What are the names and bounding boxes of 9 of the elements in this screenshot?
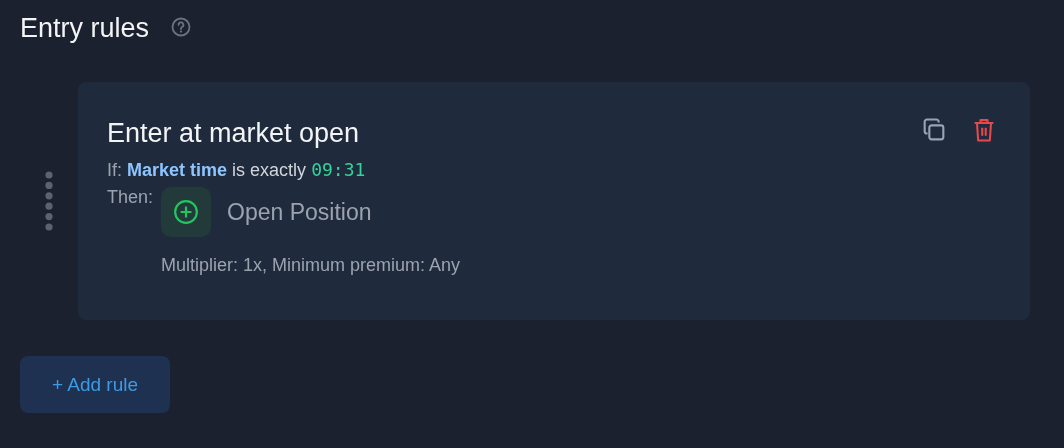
condition-text: If: Market time is exactly 09:31: [107, 159, 367, 181]
rule-title: Enter at market open: [107, 118, 360, 149]
drag-handle-icon[interactable]: [45, 171, 53, 231]
help-icon[interactable]: [171, 17, 192, 37]
section-title: Entry rules: [20, 12, 150, 44]
add-rule-button[interactable]: + Add rule: [20, 356, 170, 413]
then-label: Then:: [107, 187, 154, 209]
action-details: Multiplier: 1x, Minimum premium: Any: [161, 255, 461, 276]
action-label: Open Position: [227, 198, 372, 226]
